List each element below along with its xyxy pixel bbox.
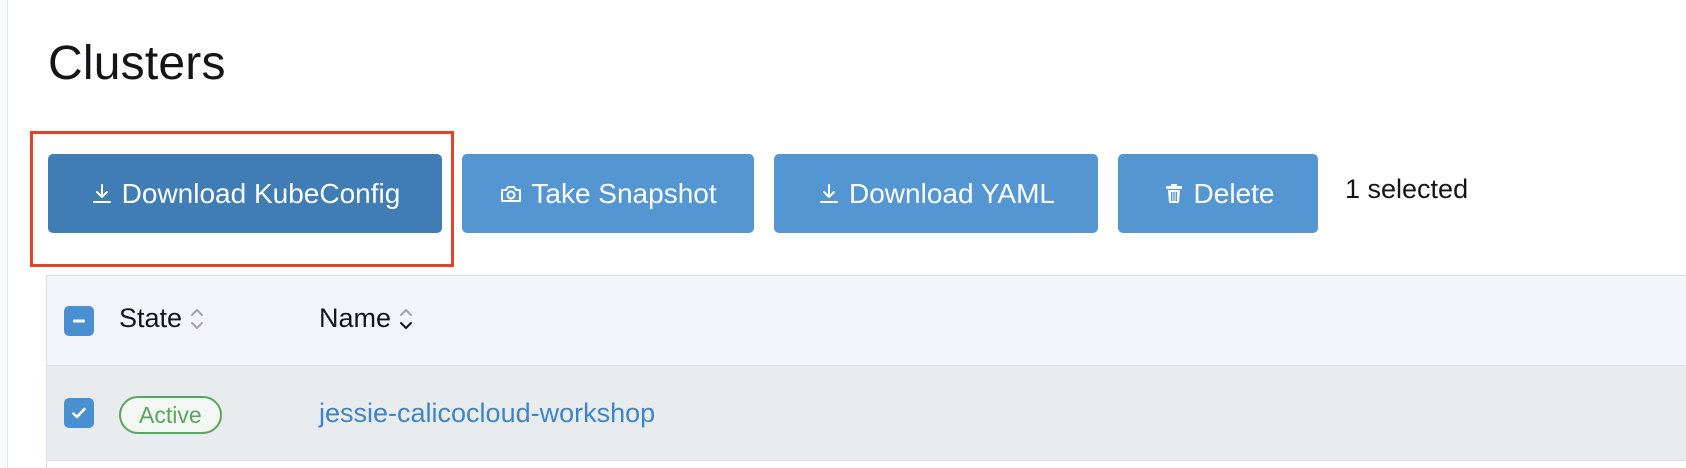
sort-icon[interactable] [397,304,415,334]
download-icon [820,183,839,203]
column-header-name-label: Name [319,303,392,333]
clusters-table: State Name Active jessie-calicocloud-wor… [46,275,1686,468]
trash-icon [1165,183,1182,203]
delete-button[interactable]: Delete [1118,154,1318,233]
download-icon [92,183,111,203]
take-snapshot-button[interactable]: Take Snapshot [462,154,754,233]
selected-count: 1 selected [1345,174,1469,204]
check-icon [72,407,86,419]
take-snapshot-label: Take Snapshot [531,177,717,209]
column-header-name[interactable]: Name [319,303,415,334]
download-yaml-label: Download YAML [849,177,1055,209]
download-kubeconfig-label: Download KubeConfig [121,177,401,209]
select-all-checkbox[interactable] [64,306,94,336]
column-header-state-label: State [119,303,183,333]
left-nav-edge [0,0,8,468]
table-header: State Name [47,276,1686,366]
delete-label: Delete [1193,177,1275,209]
status-badge: Active [119,396,222,434]
minus-icon [73,319,85,323]
row-checkbox[interactable] [64,398,94,428]
table-row[interactable]: Active jessie-calicocloud-workshop [47,366,1686,461]
camera-icon [501,185,522,202]
page-title: Clusters [48,37,226,90]
column-header-state[interactable]: State [119,303,206,334]
download-yaml-button[interactable]: Download YAML [774,154,1098,233]
download-kubeconfig-button[interactable]: Download KubeConfig [48,154,442,233]
sort-icon[interactable] [188,304,206,334]
cluster-name-link[interactable]: jessie-calicocloud-workshop [319,398,655,429]
